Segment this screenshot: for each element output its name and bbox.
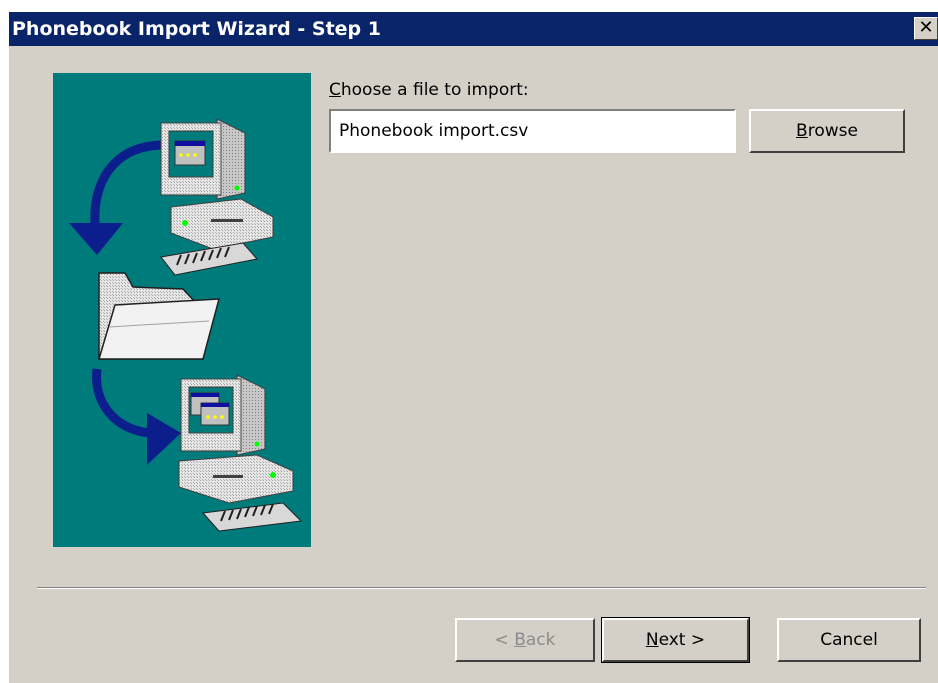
next-button[interactable]: Next > — [601, 617, 750, 663]
browse-button[interactable]: Browse — [749, 109, 905, 153]
separator — [37, 587, 926, 589]
back-label: ack — [525, 630, 556, 650]
back-mnemonic: B — [514, 630, 526, 650]
wizard-illustration — [53, 73, 311, 547]
browse-label: rowse — [807, 121, 858, 141]
file-label: Choose a file to import: — [329, 80, 529, 100]
title-bar: Phonebook Import Wizard - Step 1 ✕ — [9, 12, 938, 46]
back-prefix: < — [494, 630, 515, 650]
cancel-button[interactable]: Cancel — [777, 618, 921, 662]
close-button[interactable]: ✕ — [914, 17, 938, 40]
window-title: Phonebook Import Wizard - Step 1 — [12, 18, 381, 40]
file-path-input[interactable] — [329, 109, 736, 153]
file-label-mnemonic: C — [329, 80, 341, 100]
wizard-dialog: Phonebook Import Wizard - Step 1 ✕ Choos… — [9, 12, 938, 683]
cancel-label: Cancel — [820, 630, 878, 650]
browse-mnemonic: B — [796, 121, 808, 141]
next-label: ext > — [658, 630, 706, 650]
next-mnemonic: N — [645, 630, 659, 650]
file-label-text: hoose a file to import: — [340, 80, 529, 100]
back-button[interactable]: < Back — [455, 618, 595, 662]
close-icon: ✕ — [918, 17, 934, 38]
